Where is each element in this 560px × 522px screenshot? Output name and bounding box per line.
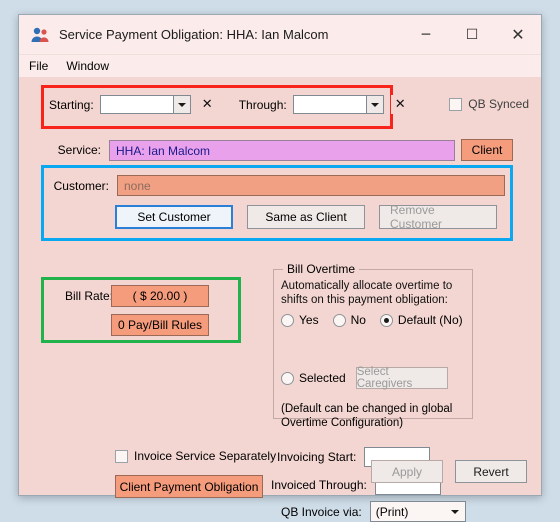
client-button[interactable]: Client: [461, 139, 513, 161]
revert-button[interactable]: Revert: [455, 460, 527, 483]
menu-item-file[interactable]: File: [27, 57, 56, 76]
radio-option-default[interactable]: Default (No): [379, 313, 463, 327]
starting-label: Starting:: [49, 97, 94, 112]
radio-label-default: Default (No): [397, 313, 463, 327]
radio-option-no[interactable]: No: [332, 313, 366, 327]
bill-overtime-selected-row: Selected Select Caregivers: [281, 366, 448, 390]
qb-invoice-via-row: QB Invoice via: (Print): [281, 501, 466, 522]
qb-invoice-via-label: QB Invoice via:: [281, 504, 362, 519]
close-button[interactable]: ✕: [495, 15, 541, 54]
bill-overtime-note: (Default can be changed in global Overti…: [281, 403, 453, 429]
pay-bill-rules-button[interactable]: 0 Pay/Bill Rules: [111, 314, 209, 336]
service-value-field[interactable]: HHA: Ian Malcom: [109, 139, 455, 161]
date-range-row: Starting: ✕ Through: ✕: [49, 95, 410, 114]
starting-date-input[interactable]: [99, 95, 174, 114]
chevron-down-icon: [177, 102, 186, 107]
invoiced-through-label: Invoiced Through:: [271, 478, 367, 492]
checkbox-box: [449, 97, 463, 111]
client-area: Starting: ✕ Through: ✕ QB Synced Service…: [19, 77, 541, 522]
through-label: Through:: [238, 97, 287, 112]
radio-option-selected[interactable]: Selected: [281, 371, 346, 385]
set-customer-button[interactable]: Set Customer: [115, 205, 233, 229]
bill-rate-label: Bill Rate:: [65, 289, 114, 303]
minimize-button[interactable]: ─: [403, 15, 449, 54]
client-payment-obligation-button[interactable]: Client Payment Obligation: [115, 475, 263, 498]
dialog-buttons: Apply Revert: [371, 460, 527, 483]
application-window: Service Payment Obligation: HHA: Ian Mal…: [18, 14, 542, 522]
invoice-service-separately-label: Invoice Service Separately: [134, 449, 277, 463]
chevron-down-icon: [370, 102, 379, 107]
people-icon: [29, 24, 51, 46]
checkbox-box: [115, 449, 128, 463]
radio-label-yes: Yes: [299, 313, 319, 327]
qb-synced-label: QB Synced: [468, 97, 529, 111]
customer-value-field[interactable]: none: [117, 175, 505, 196]
radio-circle: [332, 313, 346, 327]
bill-overtime-radio-row: Yes No Default (No): [281, 313, 471, 327]
service-row: Service: HHA: Ian Malcom Client: [49, 139, 513, 161]
menu-item-window[interactable]: Window: [64, 57, 117, 76]
starting-date-dropdown-button[interactable]: [173, 95, 191, 114]
radio-label-no: No: [350, 313, 366, 327]
radio-circle: [281, 371, 294, 385]
qb-invoice-via-value: (Print): [375, 504, 409, 519]
radio-option-yes[interactable]: Yes: [281, 313, 319, 327]
bill-rate-value-button[interactable]: ( $ 20.00 ): [111, 285, 209, 307]
bill-overtime-description: Automatically allocate overtime to shift…: [281, 280, 453, 306]
apply-button[interactable]: Apply: [371, 460, 443, 483]
invoice-service-separately-checkbox[interactable]: Invoice Service Separately: [115, 449, 276, 463]
remove-customer-button[interactable]: Remove Customer: [379, 203, 497, 231]
radio-circle: [281, 313, 294, 327]
window-title: Service Payment Obligation: HHA: Ian Mal…: [59, 27, 329, 42]
same-as-client-button[interactable]: Same as Client: [247, 205, 365, 229]
bill-overtime-title: Bill Overtime: [283, 262, 360, 276]
caption-buttons: ─ ☐ ✕: [403, 15, 541, 54]
customer-label: Customer:: [53, 178, 109, 193]
chevron-down-icon: [450, 509, 459, 514]
starting-date-clear-button[interactable]: ✕: [197, 95, 217, 114]
qb-synced-checkbox[interactable]: QB Synced: [449, 97, 529, 111]
through-date-dropdown-button[interactable]: [366, 95, 384, 114]
menu-bar: File Window: [19, 55, 541, 77]
qb-invoice-via-select[interactable]: (Print): [369, 501, 466, 522]
maximize-button[interactable]: ☐: [449, 15, 495, 54]
customer-buttons: Set Customer Same as Client Remove Custo…: [115, 203, 497, 231]
radio-circle-selected: [379, 313, 393, 327]
select-caregivers-button[interactable]: Select Caregivers: [355, 366, 448, 390]
through-date-input[interactable]: [292, 95, 367, 114]
title-bar: Service Payment Obligation: HHA: Ian Mal…: [19, 15, 541, 55]
invoicing-start-label: Invoicing Start:: [277, 450, 357, 464]
radio-label-selected: Selected: [299, 371, 346, 385]
service-label: Service:: [57, 143, 101, 157]
through-date-clear-button[interactable]: ✕: [390, 95, 410, 114]
customer-row: Customer: none: [49, 175, 505, 196]
